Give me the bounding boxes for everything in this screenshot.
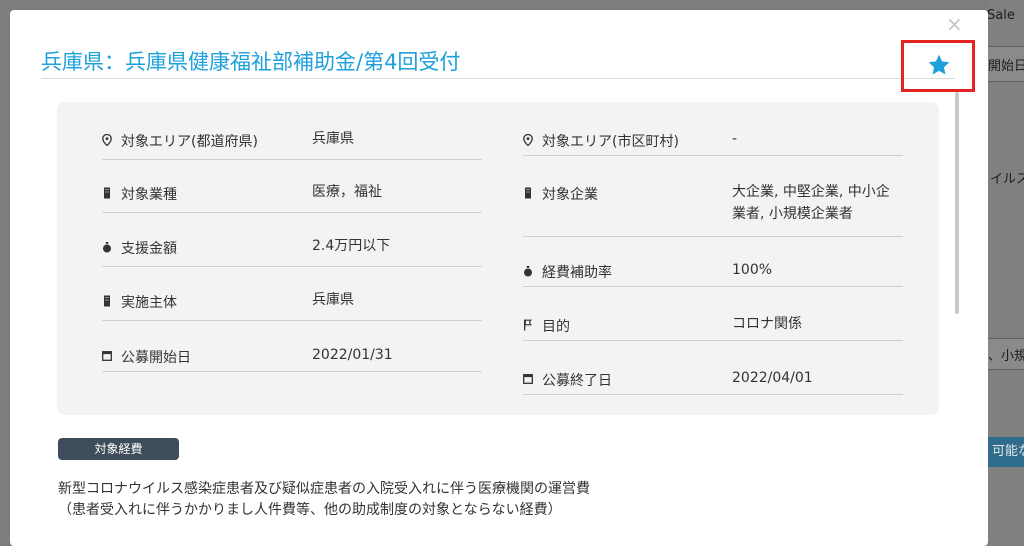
field-divider [523,340,903,341]
field-value: 大企業, 中堅企業, 中小企 [732,184,890,200]
flag-icon [523,319,533,331]
scrollbar[interactable] [955,92,959,314]
field-divider [523,394,903,395]
page-title: 兵庫県：兵庫県健康福祉部補助金/第4回受付 [41,50,461,74]
bg-sales-text: Sale [987,8,1015,23]
field-value: 2.4万円以下 [312,238,391,254]
building-icon [523,187,533,199]
field-divider [102,371,482,372]
calendar-icon [523,373,533,385]
field-value: 兵庫県 [312,131,354,147]
target-expense-tag: 対象経費 [58,438,179,460]
field-label: 対象業種 [121,187,177,203]
money-bag-icon [102,241,112,253]
star-icon[interactable] [927,53,951,77]
field-divider [102,320,482,321]
field-label: 対象エリア(市区町村) [542,134,679,150]
building-icon [102,295,112,307]
description-line-1: 新型コロナウイルス感染症患者及び疑似症患者の入院受入れに伴う医療機関の運営費 [58,481,590,497]
field-value: 2022/01/31 [312,347,393,363]
field-label: 支援金額 [121,241,177,257]
field-label: 実施主体 [121,295,177,311]
field-label: 経費補助率 [542,265,612,281]
info-panel: 対象エリア(都道府県) 兵庫県 対象業種 医療，福祉 支援金額 2.4万円以下 … [57,102,939,415]
field-divider [102,212,482,213]
bg-small-text: 、小規 [988,349,1024,364]
description-line-2: （患者受入れに伴うかかりまし人件費等、他の助成制度の対象とならない経費） [58,502,562,518]
building-icon [102,187,112,199]
field-label: 目的 [542,319,570,335]
field-value: 100% [732,262,773,278]
field-label: 公募開始日 [121,350,191,366]
bg-virus-text: イルス [990,172,1024,187]
field-value-line2: 業者, 小規模企業者 [732,206,853,222]
location-pin-icon [523,133,533,147]
field-value: 2022/04/01 [732,370,813,386]
field-label: 対象エリア(都道府県) [121,134,258,150]
field-divider [523,155,903,156]
title-divider [41,78,955,79]
bg-possible-button: 可能な [988,437,1024,467]
field-divider [523,286,903,287]
field-divider [102,266,482,267]
close-icon[interactable]: × [946,14,963,34]
field-label: 公募終了日 [542,373,612,389]
field-value: - [732,131,738,147]
subsidy-detail-modal: × 兵庫県：兵庫県健康福祉部補助金/第4回受付 対象エリア(都道府県) 兵庫県 … [10,10,988,546]
field-value: コロナ関係 [732,316,802,332]
field-divider [523,236,903,237]
calendar-icon [102,350,112,362]
field-divider [102,159,482,160]
location-pin-icon [102,133,112,147]
field-value: 医療，福祉 [312,184,382,200]
field-label: 対象企業 [542,187,598,203]
bg-start-date-text: 開始日 [988,59,1024,74]
favorite-highlight [901,40,975,92]
field-value: 兵庫県 [312,292,354,308]
money-bag-icon [523,265,533,277]
